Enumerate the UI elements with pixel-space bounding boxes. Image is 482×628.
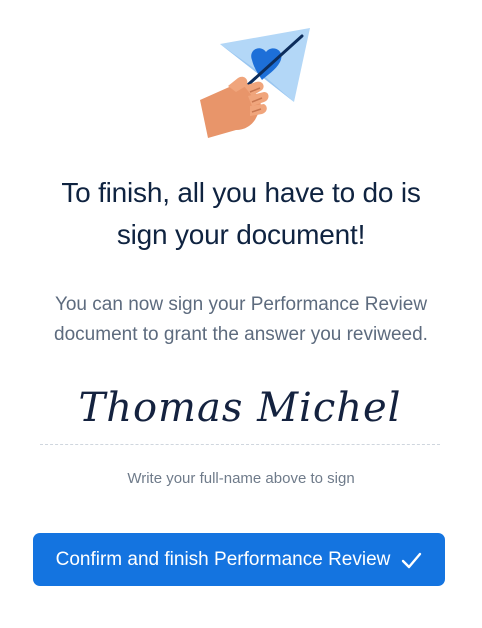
description-line-1: You can now sign your Performance Review xyxy=(54,294,428,315)
paper-plane-icon xyxy=(200,28,310,138)
confirm-finish-button[interactable]: Confirm and finish Performance Review xyxy=(33,533,445,586)
hand-paper-plane-illustration xyxy=(190,22,320,144)
confirm-finish-button-label: Confirm and finish Performance Review xyxy=(55,548,391,570)
page-title-line-2: sign your document! xyxy=(116,219,366,250)
checkmark-icon xyxy=(400,549,422,571)
signature-hint: Write your full-name above to sign xyxy=(127,470,355,487)
page-title-line-1: To finish, all you have to do is xyxy=(61,177,421,208)
description-line-2: document to grant the answer you reviwee… xyxy=(54,324,428,345)
page-title: To finish, all you have to do is sign yo… xyxy=(0,172,482,256)
signature-line xyxy=(40,444,440,445)
signature-input[interactable]: Thomas Michel xyxy=(40,378,440,438)
description-text: You can now sign your Performance Review… xyxy=(0,290,482,350)
